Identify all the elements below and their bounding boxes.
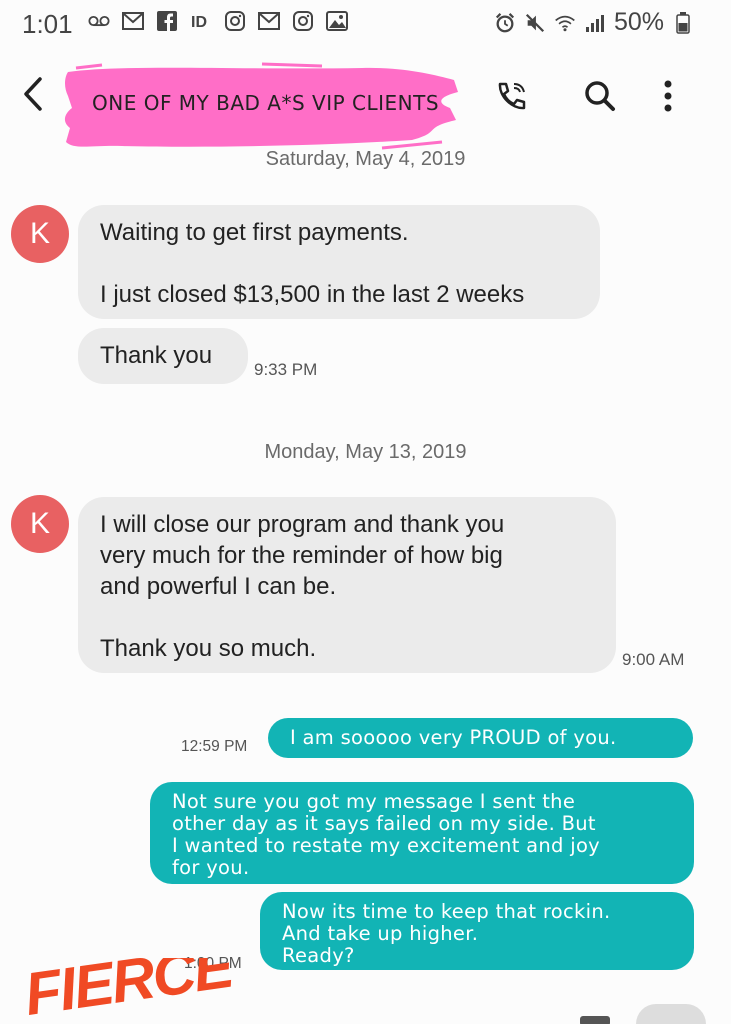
sticker-icon[interactable] [580,1016,610,1024]
message-bubble-outgoing[interactable]: Now its time to keep that rockin. And ta… [260,892,694,970]
message-bubble-outgoing[interactable]: Not sure you got my message I sent the o… [150,782,694,884]
message-time: 9:00 AM [622,650,685,669]
status-time: 1:01 [22,9,73,39]
voicemail-icon [88,10,110,32]
more-options-button[interactable] [654,76,682,116]
back-button[interactable] [18,74,48,114]
message-bubble-outgoing[interactable]: I am sooooo very PROUD of you. [268,718,693,758]
image-icon [326,10,348,32]
message-text: I will close our program and thank you v… [100,511,505,662]
message-bubble-incoming[interactable]: Thank you [78,328,248,384]
message-text: Thank you [100,342,213,369]
battery-percent: 50% [614,8,665,36]
message-bubble-incoming[interactable]: Waiting to get first payments. I just cl… [78,205,600,319]
contact-name: ONE OF MY BAD A*S VIP CLIENTS [92,91,440,115]
back-arrow-icon [24,77,42,111]
message-text: Waiting to get first payments. I just cl… [100,219,525,308]
contact-title-area[interactable]: ONE OF MY BAD A*S VIP CLIENTS [62,62,462,154]
wifi-call-button[interactable] [492,76,532,116]
mute-icon [524,12,546,34]
message-bubble-incoming[interactable]: I will close our program and thank you v… [78,497,616,673]
status-bar: 1:01 ID 50% [0,0,731,46]
compose-bar [0,1000,731,1024]
facebook-icon [156,10,178,32]
gmail-icon [258,10,280,32]
conversation-header: ONE OF MY BAD A*S VIP CLIENTS [0,58,731,150]
gmail-icon [122,10,144,32]
wifi-call-icon [498,82,526,110]
notification-icons: ID [88,10,348,32]
voice-send-button[interactable] [636,1004,706,1024]
avatar[interactable]: K [11,205,69,263]
battery-icon [672,11,694,34]
id-icon: ID [190,10,212,32]
date-separator: Saturday, May 4, 2019 [265,148,466,170]
date-separator: Monday, May 13, 2019 [264,441,467,463]
system-icons: 50% [494,8,694,37]
svg-text:ID: ID [191,14,207,31]
avatar[interactable]: K [11,495,69,553]
more-vertical-icon [664,80,672,112]
message-time: 9:33 PM [254,360,318,379]
alarm-icon [494,12,516,34]
search-button[interactable] [580,76,620,116]
wifi-icon [554,12,576,34]
search-icon [585,81,615,111]
message-text: I am sooooo very PROUD of you. [290,726,617,749]
instagram-icon [224,10,246,32]
message-text: Not sure you got my message I sent the o… [172,790,601,879]
signal-icon [584,12,606,34]
message-text: Now its time to keep that rockin. And ta… [282,900,611,967]
message-time: 12:59 PM [181,738,248,755]
instagram-icon [292,10,314,32]
